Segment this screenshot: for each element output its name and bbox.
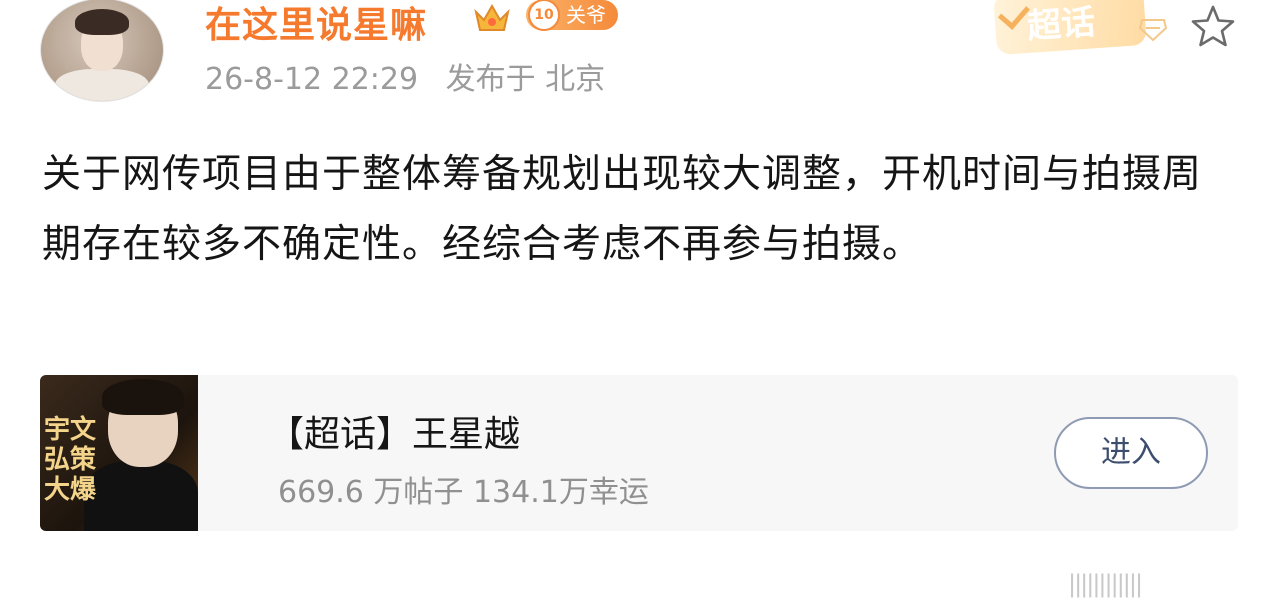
author-avatar[interactable]: [40, 0, 164, 102]
cover-person-hair: [102, 379, 184, 415]
supertopic-card[interactable]: 宇文弘策大爆 【超话】王星越 669.6 万帖子 134.1万幸运 进入: [40, 375, 1238, 531]
crown-icon: [474, 3, 510, 31]
diamond-icon: [1138, 19, 1168, 42]
chaohua-tag-label: 超话: [1025, 2, 1097, 47]
fan-badge-label: 关爷: [566, 3, 606, 27]
avatar-shirt: [55, 69, 149, 101]
cover-title-text: 宇文弘策大爆: [44, 415, 97, 505]
star-icon[interactable]: [1190, 4, 1236, 48]
watermark: ||||||||||||: [1068, 570, 1143, 598]
avatar-hair: [75, 9, 129, 35]
post-time: 26-8-12 22:29: [205, 62, 419, 97]
chaohua-tag[interactable]: 超话: [993, 0, 1147, 56]
supertopic-cover-image: 宇文弘策大爆: [40, 375, 198, 531]
author-name[interactable]: 在这里说星嘛: [205, 0, 427, 48]
enter-button[interactable]: 进入: [1054, 417, 1208, 489]
supertopic-title: 【超话】王星越: [268, 414, 521, 455]
supertopic-stats: 669.6 万帖子 134.1万幸运: [278, 475, 649, 510]
post-meta: 26-8-12 22:29 发布于 北京: [205, 54, 605, 98]
post-location: 发布于 北京: [445, 62, 606, 97]
fan-badge[interactable]: 10 关爷: [526, 0, 618, 31]
fan-badge-level: 10: [528, 0, 560, 31]
post-body: 关于网传项目由于整体筹备规划出现较大调整，开机时间与拍摄周期存在较多不确定性。经…: [42, 152, 1203, 267]
